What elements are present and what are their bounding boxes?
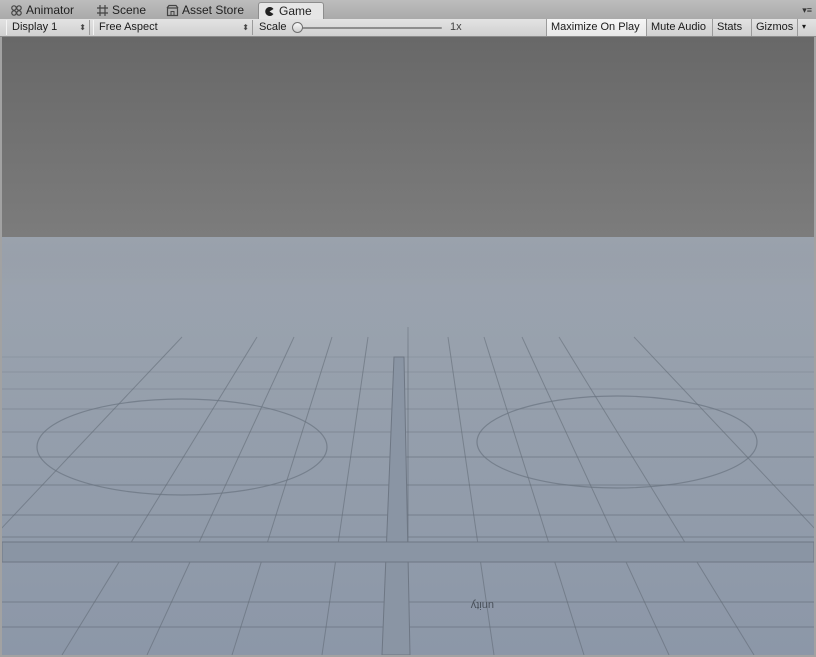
display-dropdown[interactable]: Display 1 ⬍: [6, 20, 90, 35]
game-render: unity: [2, 37, 814, 655]
store-icon: [166, 4, 179, 17]
tab-game[interactable]: Game: [258, 2, 324, 20]
scale-slider-track[interactable]: [296, 27, 442, 29]
maximize-label: Maximize On Play: [551, 21, 640, 33]
gizmos-dropdown-icon[interactable]: ▾: [797, 19, 810, 36]
aspect-dropdown[interactable]: Free Aspect ⬍: [93, 20, 253, 35]
scale-label: Scale: [259, 21, 287, 33]
mute-label: Mute Audio: [651, 21, 707, 33]
dropdown-arrows-icon: ⬍: [79, 23, 86, 32]
pacman-icon: [265, 7, 274, 16]
display-value: Display 1: [12, 21, 58, 33]
tab-label: Scene: [112, 3, 147, 17]
animator-icon: [11, 5, 22, 16]
mute-audio-button[interactable]: Mute Audio: [646, 19, 712, 36]
tab-asset-store[interactable]: Asset Store: [162, 2, 250, 19]
aspect-value: Free Aspect: [99, 21, 158, 33]
game-view-toolbar: Display 1 ⬍ Free Aspect ⬍ Scale 1x Maxim…: [0, 19, 816, 37]
scale-value: 1x: [450, 21, 462, 33]
game-viewport[interactable]: unity: [2, 37, 814, 655]
gizmos-label: Gizmos: [756, 21, 794, 33]
tab-label: Asset Store: [182, 3, 245, 17]
dropdown-arrows-icon: ⬍: [242, 23, 249, 32]
editor-tab-bar: Animator Scene Asset Store Game ▾≡: [0, 0, 816, 20]
hash-icon: [97, 5, 108, 16]
tab-label: Animator: [26, 3, 75, 17]
scale-slider-thumb[interactable]: [292, 22, 303, 33]
horizon-fog: [2, 237, 814, 347]
tab-label: Game: [279, 4, 312, 18]
floor-logo-text: unity: [470, 599, 494, 611]
tab-scene[interactable]: Scene: [92, 2, 152, 19]
gizmos-button[interactable]: Gizmos: [751, 19, 797, 36]
stats-button[interactable]: Stats: [712, 19, 751, 36]
tab-animator[interactable]: Animator: [6, 2, 80, 19]
tab-menu-icon[interactable]: ▾≡: [802, 5, 812, 16]
stats-label: Stats: [717, 21, 743, 33]
sky: [2, 37, 814, 247]
maximize-on-play-button[interactable]: Maximize On Play: [546, 19, 646, 36]
